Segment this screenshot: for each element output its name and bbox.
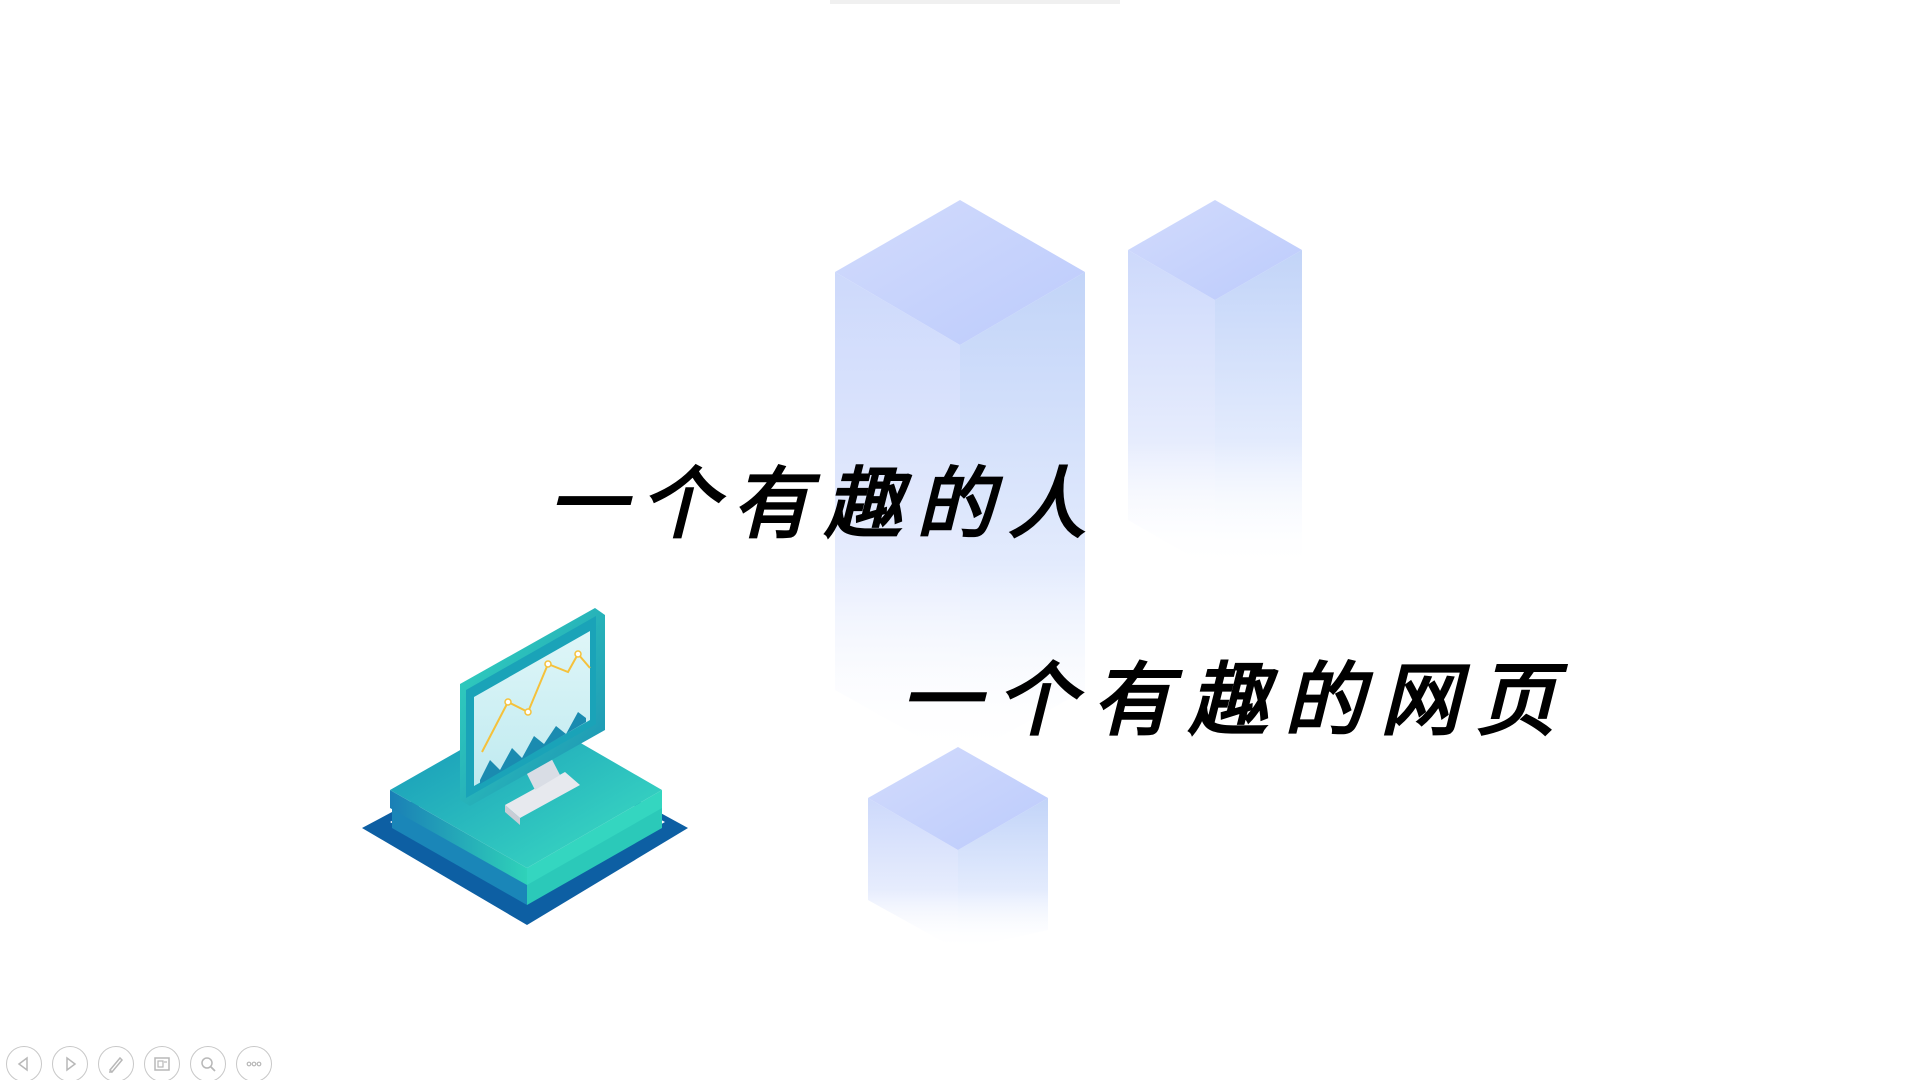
top-shadow-decoration	[830, 0, 1120, 4]
chevron-left-icon	[17, 1056, 28, 1072]
ellipsis-icon	[246, 1061, 262, 1067]
chevron-right-icon	[66, 1056, 77, 1072]
slide-overview-button[interactable]	[144, 1046, 180, 1080]
presentation-slide: 一个有趣的人 一个有趣的网页	[0, 0, 1920, 1080]
decorative-block-bottom	[868, 747, 1048, 950]
zoom-button[interactable]	[190, 1046, 226, 1080]
computer-illustration	[362, 608, 688, 925]
pen-tool-button[interactable]	[98, 1046, 134, 1080]
next-slide-button[interactable]	[52, 1046, 88, 1080]
previous-slide-button[interactable]	[6, 1046, 42, 1080]
decorative-block-right	[1128, 200, 1302, 570]
slide-heading-line2: 一个有趣的网页	[900, 653, 1572, 747]
more-options-button[interactable]	[236, 1046, 272, 1080]
presentation-toolbar	[6, 1046, 272, 1080]
slides-icon	[154, 1057, 170, 1071]
slide-heading-line1: 一个有趣的人	[548, 459, 1101, 550]
pen-icon	[108, 1056, 124, 1074]
magnifier-icon	[201, 1057, 216, 1072]
